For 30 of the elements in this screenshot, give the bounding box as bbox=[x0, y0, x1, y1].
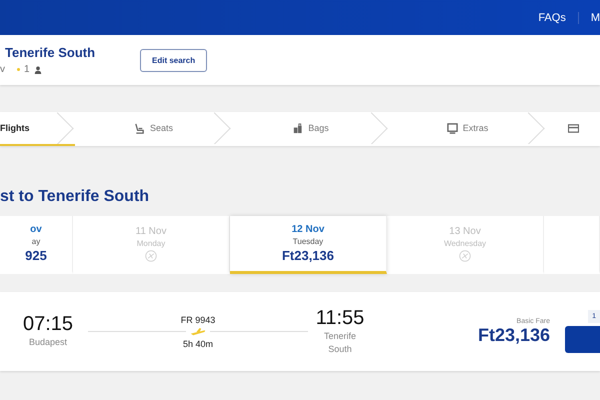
select-button[interactable] bbox=[565, 326, 600, 353]
fare-price: Ft23,136 bbox=[478, 324, 550, 346]
route-title: Tenerife South bbox=[5, 45, 96, 60]
departure-time: 07:15 bbox=[22, 313, 74, 336]
nav-link[interactable]: M bbox=[590, 12, 600, 24]
luggage-icon bbox=[292, 122, 304, 134]
card-icon bbox=[568, 122, 578, 134]
edit-search-button[interactable]: Edit search bbox=[140, 48, 208, 72]
passenger-count: 1 bbox=[24, 64, 30, 75]
step-tab[interactable]: Bags bbox=[232, 112, 389, 146]
arrival-time: 11:55 bbox=[316, 306, 364, 330]
flight-number: FR 9943 bbox=[180, 314, 216, 324]
arrival-city: Tenerife South bbox=[322, 330, 358, 356]
step-tab[interactable]: Seats bbox=[75, 112, 232, 146]
date-text: v bbox=[0, 64, 5, 75]
no-flight-icon bbox=[459, 250, 471, 262]
step-tab[interactable]: Flights bbox=[0, 112, 75, 146]
departure-city: Budapest bbox=[28, 336, 68, 350]
nav-link[interactable]: FAQs bbox=[538, 12, 566, 24]
person-icon bbox=[34, 66, 42, 74]
step-tab[interactable]: Extras bbox=[389, 112, 546, 146]
no-flight-icon bbox=[145, 250, 157, 262]
seat-icon bbox=[134, 122, 145, 134]
plane-icon bbox=[190, 328, 206, 336]
date-option[interactable]: ov ay 925 bbox=[0, 216, 73, 274]
date-option[interactable]: 12 Nov Tuesday Ft23,136 bbox=[230, 216, 387, 274]
separator-dot-icon bbox=[17, 68, 20, 71]
route-heading: st to Tenerife South bbox=[0, 188, 150, 206]
monitor-icon bbox=[446, 122, 458, 134]
flight-duration: 5h 40m bbox=[182, 338, 214, 348]
